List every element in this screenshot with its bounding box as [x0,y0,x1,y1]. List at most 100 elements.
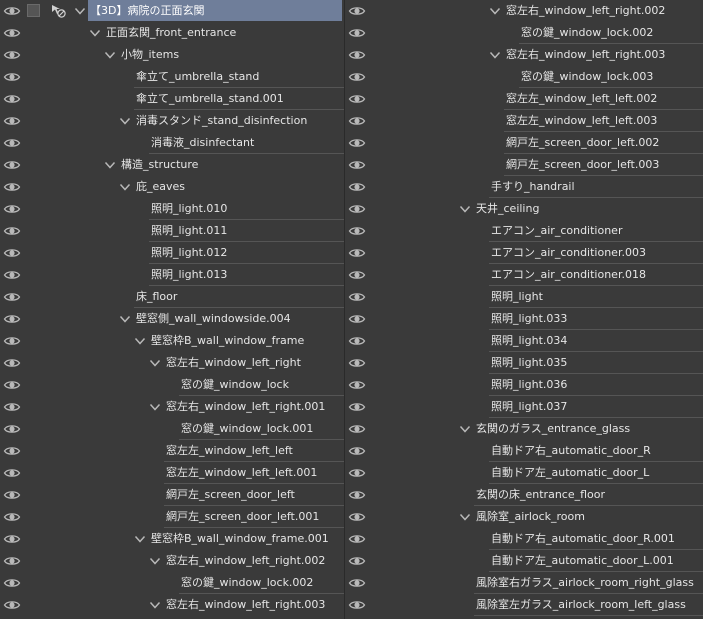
eye-icon[interactable] [3,509,21,525]
layer-row[interactable]: 玄関の床_entrance_floor [345,484,703,506]
layer-row[interactable]: 壁窓枠B_wall_window_frame [0,330,344,352]
chevron-down-icon[interactable] [148,400,162,414]
eye-icon[interactable] [3,157,21,173]
eye-icon[interactable] [3,487,21,503]
eye-icon[interactable] [3,399,21,415]
eye-icon[interactable] [348,289,366,305]
layer-row[interactable]: 照明_light.035 [345,352,703,374]
eye-icon[interactable] [348,245,366,261]
chevron-down-icon[interactable] [73,4,87,18]
chevron-down-icon[interactable] [103,48,117,62]
eye-icon[interactable] [3,443,21,459]
layer-row[interactable]: 傘立て_umbrella_stand [0,66,344,88]
layer-row[interactable]: 自動ドア左_automatic_door_L [345,462,703,484]
eye-icon[interactable] [348,377,366,393]
layer-row[interactable]: エアコン_air_conditioner.003 [345,242,703,264]
layer-row[interactable]: 照明_light.033 [345,308,703,330]
eye-icon[interactable] [3,201,21,217]
layer-row[interactable]: 自動ドア右_automatic_door_R.001 [345,528,703,550]
layer-row[interactable]: 窓左右_window_left_right.003 [0,594,344,616]
chevron-down-icon[interactable] [103,158,117,172]
eye-icon[interactable] [3,311,21,327]
chevron-down-icon[interactable] [458,510,472,524]
chevron-down-icon[interactable] [133,532,147,546]
layer-row[interactable]: 窓の鍵_window_lock.003 [345,66,703,88]
chevron-down-icon[interactable] [133,334,147,348]
layer-row[interactable]: 床_floor [0,286,344,308]
eye-icon[interactable] [3,531,21,547]
eye-icon[interactable] [348,135,366,151]
eye-icon[interactable] [348,553,366,569]
eye-icon[interactable] [3,179,21,195]
eye-icon[interactable] [348,69,366,85]
layer-row[interactable]: 照明_light.013 [0,264,344,286]
layer-row[interactable]: 手すり_handrail [345,176,703,198]
eye-icon[interactable] [3,377,21,393]
eye-icon[interactable] [3,465,21,481]
layer-row[interactable]: 正面玄関_front_entrance [0,22,344,44]
layer-row[interactable]: 傘立て_umbrella_stand.001 [0,88,344,110]
chevron-down-icon[interactable] [148,598,162,612]
layer-row[interactable]: 庇_eaves [0,176,344,198]
eye-icon[interactable] [348,575,366,591]
eye-icon[interactable] [3,135,21,151]
chevron-down-icon[interactable] [118,114,132,128]
eye-icon[interactable] [3,223,21,239]
layer-row[interactable]: 窓左右_window_left_right [0,352,344,374]
layer-row[interactable]: 天井_ceiling [345,198,703,220]
eye-icon[interactable] [3,421,21,437]
layer-row[interactable]: 窓の鍵_window_lock.001 [0,418,344,440]
chevron-down-icon[interactable] [488,48,502,62]
eye-icon[interactable] [3,575,21,591]
eye-icon[interactable] [348,201,366,217]
chevron-down-icon[interactable] [148,554,162,568]
eye-icon[interactable] [3,267,21,283]
lock-slash-icon[interactable] [49,3,67,19]
layer-row[interactable]: 窓左左_window_left_left.001 [0,462,344,484]
eye-icon[interactable] [3,25,21,41]
layer-row[interactable]: 消毒スタンド_stand_disinfection [0,110,344,132]
layer-row[interactable]: 照明_light.010 [0,198,344,220]
eye-icon[interactable] [348,47,366,63]
eye-icon[interactable] [348,443,366,459]
layer-row[interactable]: 消毒液_disinfectant [0,132,344,154]
eye-icon[interactable] [348,531,366,547]
layer-row[interactable]: 風除室_airlock_room [345,506,703,528]
layer-row[interactable]: 照明_light.011 [0,220,344,242]
eye-icon[interactable] [3,69,21,85]
chevron-down-icon[interactable] [118,312,132,326]
eye-icon[interactable] [348,113,366,129]
eye-icon[interactable] [348,311,366,327]
layer-row[interactable]: 窓左左_window_left_left [0,440,344,462]
layer-row[interactable]: 窓左左_window_left_left.002 [345,88,703,110]
layer-checkbox[interactable] [27,4,40,17]
eye-icon[interactable] [3,91,21,107]
eye-icon[interactable] [348,355,366,371]
layer-row[interactable]: 窓左左_window_left_left.003 [345,110,703,132]
eye-icon[interactable] [348,25,366,41]
eye-icon[interactable] [3,245,21,261]
chevron-down-icon[interactable] [118,180,132,194]
eye-icon[interactable] [348,399,366,415]
eye-icon[interactable] [3,333,21,349]
eye-icon[interactable] [348,179,366,195]
layer-row[interactable]: 網戸左_screen_door_left.001 [0,506,344,528]
eye-icon[interactable] [348,597,366,613]
layer-row[interactable]: エアコン_air_conditioner.018 [345,264,703,286]
chevron-down-icon[interactable] [148,356,162,370]
eye-icon[interactable] [348,487,366,503]
layer-row[interactable]: 窓の鍵_window_lock.002 [345,22,703,44]
layer-row[interactable]: 窓の鍵_window_lock.002 [0,572,344,594]
chevron-down-icon[interactable] [458,202,472,216]
chevron-down-icon[interactable] [458,422,472,436]
eye-icon[interactable] [3,3,21,19]
eye-icon[interactable] [3,597,21,613]
eye-icon[interactable] [3,355,21,371]
chevron-down-icon[interactable] [488,4,502,18]
layer-row[interactable]: 自動ドア左_automatic_door_L.001 [345,550,703,572]
layer-row[interactable]: 構造_structure [0,154,344,176]
eye-icon[interactable] [348,465,366,481]
layer-row[interactable]: 照明_light.036 [345,374,703,396]
layer-row[interactable]: 網戸左_screen_door_left [0,484,344,506]
eye-icon[interactable] [348,267,366,283]
